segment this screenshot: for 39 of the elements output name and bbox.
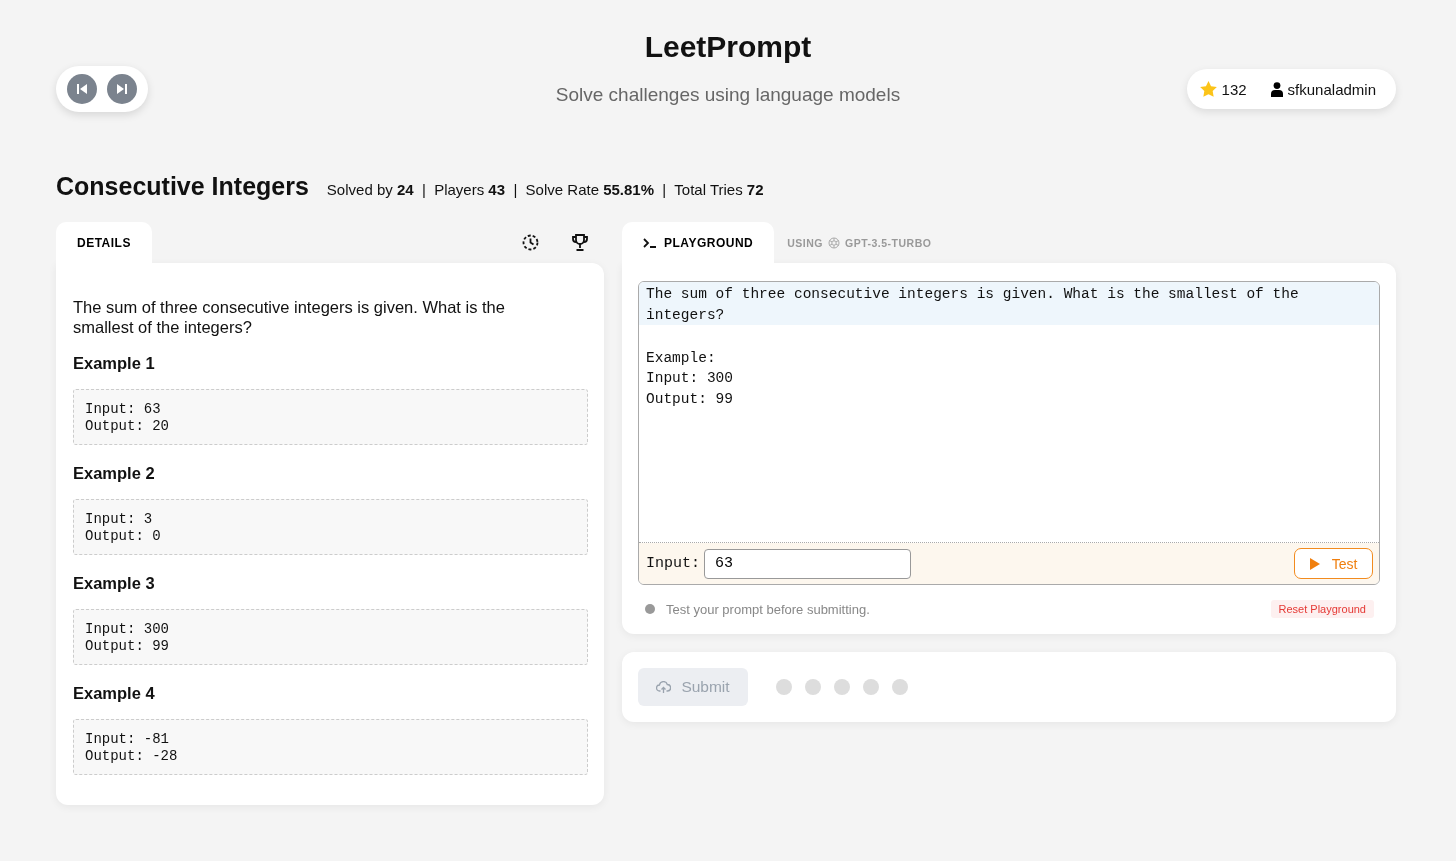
prompt-text: The sum of three consecutive integers is given. What is the smallest of the integers? (639, 282, 1379, 326)
example-title: Example 1 (73, 354, 156, 373)
details-tab[interactable]: DETAILS (56, 222, 152, 263)
app-subtitle: Solve challenges using language models (555, 84, 901, 106)
playground-tab[interactable]: PLAYGROUND (622, 222, 775, 263)
skip-forward-icon (116, 83, 129, 95)
example-title: Example 4 (73, 684, 156, 703)
challenge-title: Consecutive Integers (56, 172, 309, 201)
example-code: Input: 3 Output: 0 (73, 499, 588, 555)
example-title: Example 2 (73, 464, 156, 483)
input-field[interactable]: 63 (704, 548, 911, 579)
skip-back-icon (75, 83, 88, 95)
history-icon[interactable] (522, 234, 539, 251)
using-label: USING (787, 236, 823, 249)
example-code: Input: -81 Output: -28 (73, 719, 588, 775)
prompt-editor[interactable]: The sum of three consecutive integers is given. What is the smallest of the integers? Example: Input: 300 Output: 99 (639, 282, 1379, 543)
example-code: Input: 63 Output: 20 (73, 389, 588, 445)
next-button[interactable] (107, 74, 138, 104)
username[interactable]: sfkunaladmin (1287, 80, 1376, 98)
model-logo-icon (828, 236, 840, 249)
status-dot (645, 604, 655, 614)
star-count: 132 (1221, 80, 1247, 98)
challenge-description: The sum of three consecutive integers is given. What is the smallest of the integers? (73, 297, 506, 337)
play-icon (1309, 557, 1320, 570)
app-title: LeetPrompt (644, 30, 812, 64)
example-code: Input: 300 Output: 99 (73, 609, 588, 665)
example-title: Example 3 (73, 574, 156, 593)
user-icon (1270, 81, 1283, 97)
prompt-text: Example: Input: 300 Output: 99 (645, 348, 734, 409)
reset-button[interactable]: Reset Playground (1270, 600, 1374, 618)
challenge-stats: Solved by 24 | Players 43 | Solve Rate 55.81% | Total Tries 72 (326, 181, 764, 198)
terminal-icon (643, 237, 656, 248)
star-icon (1199, 81, 1217, 97)
previous-button[interactable] (66, 74, 97, 104)
trophy-icon[interactable] (572, 234, 588, 251)
input-label: Input: (646, 555, 700, 572)
cloud-upload-icon (656, 680, 672, 694)
status-text: Test your prompt before submitting. (666, 601, 870, 617)
model-name: GPT-3.5-TURBO (845, 236, 932, 249)
